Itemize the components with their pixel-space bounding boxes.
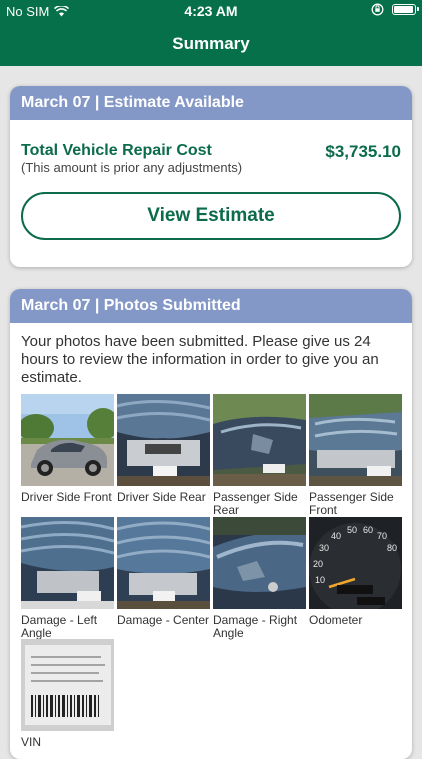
svg-text:80: 80	[387, 543, 397, 553]
photo-driver-side-front[interactable]: Driver Side Front	[21, 394, 114, 504]
svg-text:30: 30	[319, 543, 329, 553]
photo-passenger-side-front[interactable]: Passenger Side Front	[309, 394, 402, 517]
cost-value: $3,735.10	[325, 142, 401, 161]
photo-odometer[interactable]: 10 20 30 40 50 60 70 80 Odometer	[309, 517, 402, 627]
svg-text:10: 10	[315, 575, 325, 585]
photo-vin[interactable]: VIN	[21, 639, 114, 749]
clock: 4:23 AM	[184, 3, 238, 19]
nav-title: Summary	[0, 22, 422, 66]
photo-caption: Driver Side Front	[21, 490, 112, 504]
photo-passenger-side-rear[interactable]: Passenger Side Rear	[213, 394, 306, 517]
photo-caption: Damage - Right Angle	[213, 613, 298, 640]
odometer-photo: 10 20 30 40 50 60 70 80	[309, 517, 402, 609]
car-photo	[117, 394, 210, 486]
cost-row: Total Vehicle Repair Cost $3,735.10 (Thi…	[10, 120, 412, 175]
svg-text:40: 40	[331, 531, 341, 541]
photo-caption: VIN	[21, 735, 42, 749]
vin-photo	[21, 639, 114, 731]
car-photo	[213, 394, 306, 486]
photos-card-header: March 07 | Photos Submitted	[10, 289, 412, 323]
photo-caption: Driver Side Rear	[117, 490, 206, 504]
car-photo	[309, 394, 402, 486]
photo-damage-left-angle[interactable]: Damage - Left Angle	[21, 517, 114, 640]
status-bar: No SIM 4:23 AM	[0, 0, 422, 22]
photos-description: Your photos have been submitted. Please …	[21, 333, 379, 386]
car-photo	[213, 517, 306, 609]
photo-caption: Damage - Left Angle	[21, 613, 98, 640]
photo-caption: Damage - Center	[117, 613, 210, 627]
photo-caption: Passenger Side Front	[309, 490, 394, 517]
view-estimate-button[interactable]: View Estimate	[21, 192, 401, 240]
orientation-lock-icon	[371, 3, 384, 16]
svg-text:60: 60	[363, 525, 373, 535]
cost-note: (This amount is prior any adjustments)	[21, 160, 243, 175]
photo-driver-side-rear[interactable]: Driver Side Rear	[117, 394, 210, 504]
car-photo	[21, 394, 114, 486]
cost-label: Total Vehicle Repair Cost	[21, 142, 212, 159]
car-photo	[117, 517, 210, 609]
svg-text:50: 50	[347, 525, 357, 535]
photos-card: March 07 | Photos Submitted Your photos …	[10, 289, 412, 759]
photo-caption: Odometer	[309, 613, 363, 627]
car-photo	[21, 517, 114, 609]
estimate-card-header: March 07 | Estimate Available	[10, 86, 412, 120]
battery-icon	[392, 4, 419, 15]
estimate-card: March 07 | Estimate Available Total Vehi…	[10, 86, 412, 267]
svg-text:70: 70	[377, 531, 387, 541]
svg-text:20: 20	[313, 559, 323, 569]
photo-caption: Passenger Side Rear	[213, 490, 298, 517]
photo-damage-center[interactable]: Damage - Center	[117, 517, 210, 627]
photo-damage-right-angle[interactable]: Damage - Right Angle	[213, 517, 306, 640]
